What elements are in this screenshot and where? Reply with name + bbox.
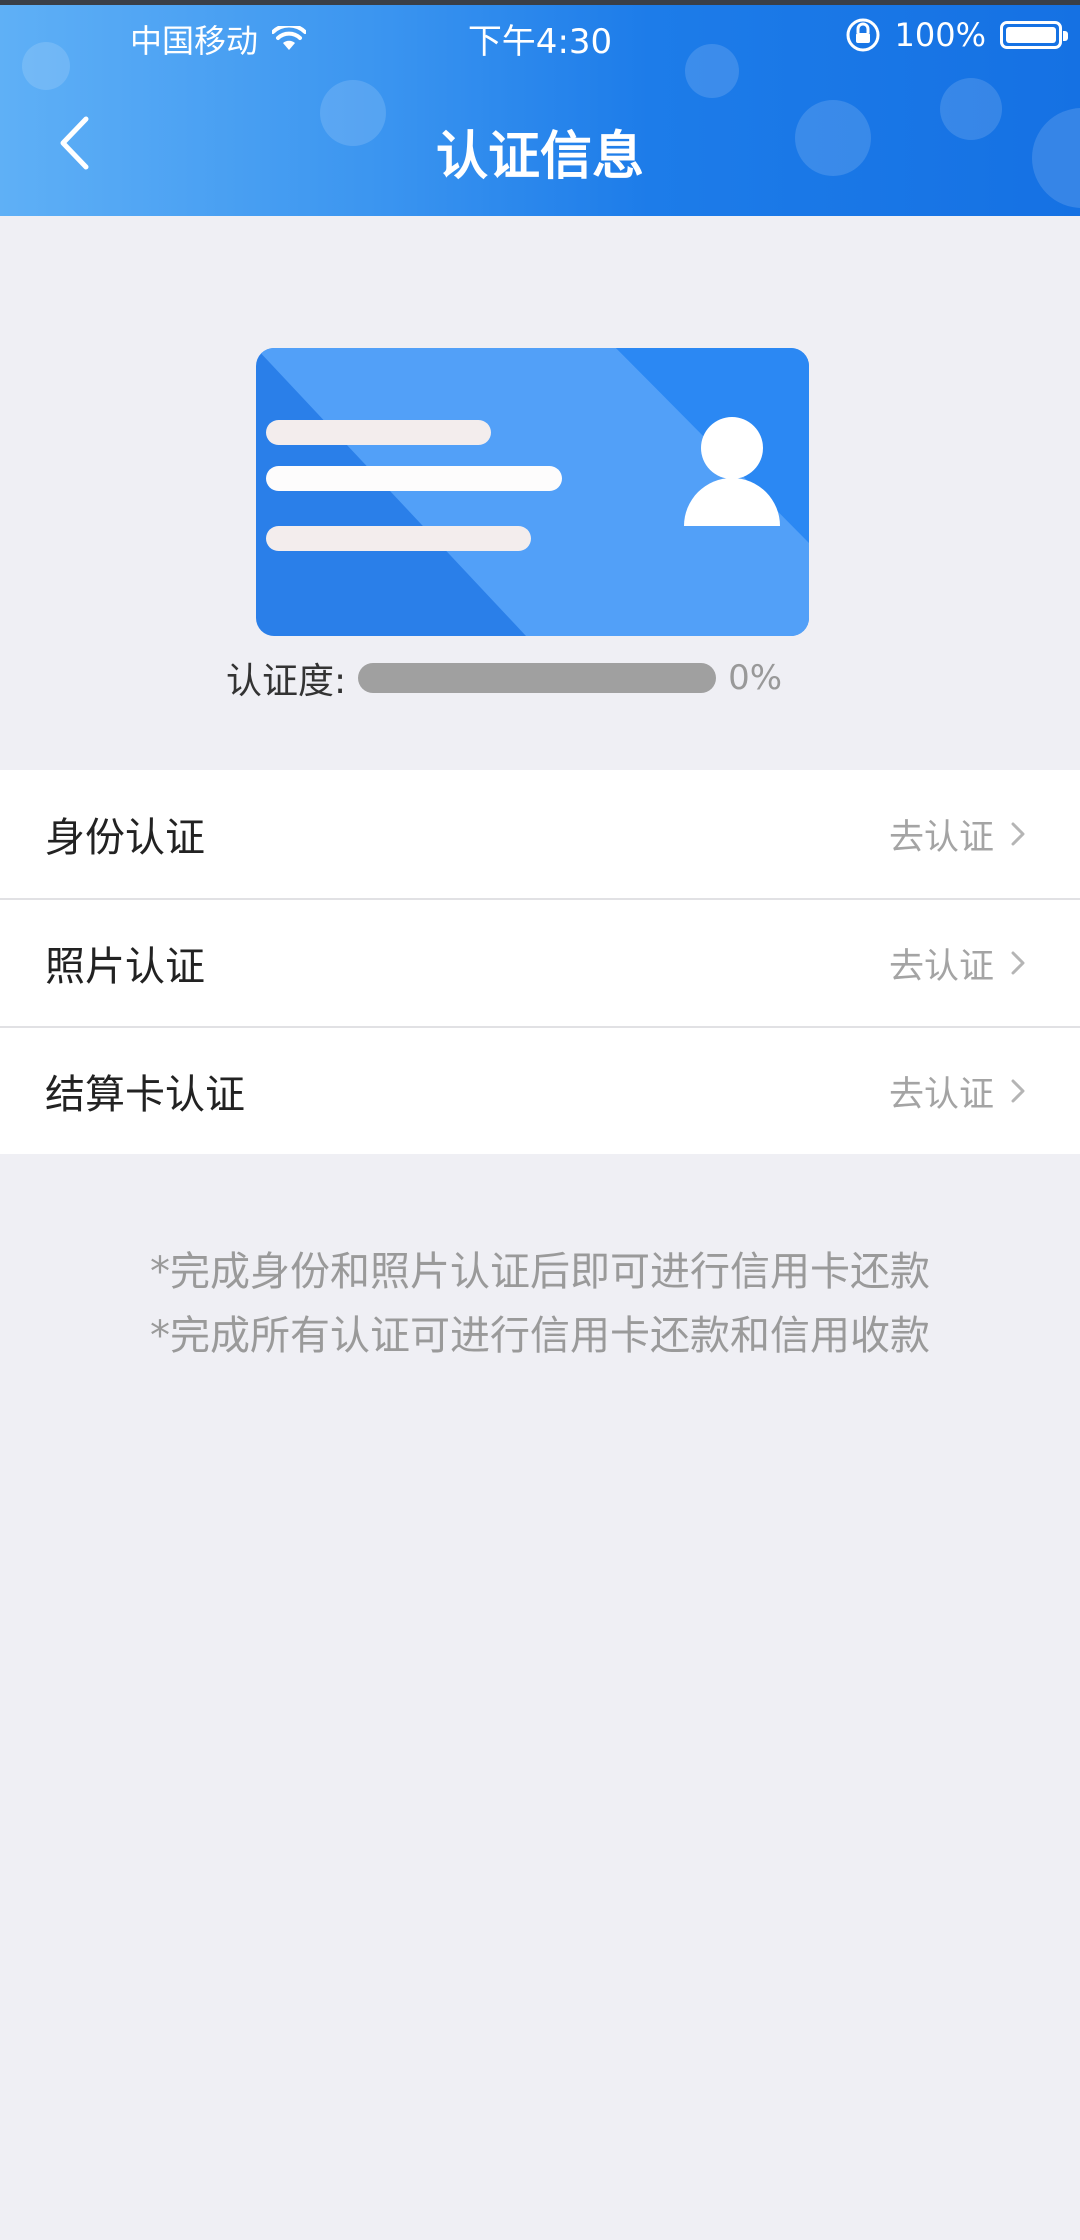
go-verify-link[interactable]: 去认证 <box>889 809 1028 860</box>
chevron-right-icon <box>1011 951 1025 975</box>
action-label: 去认证 <box>888 817 994 858</box>
progress-bar <box>358 663 717 693</box>
action-label: 去认证 <box>888 946 994 987</box>
list-item-photo[interactable]: 照片认证 去认证 <box>0 898 1080 1026</box>
id-card-icon <box>256 348 809 636</box>
id-card-illustration <box>256 348 809 636</box>
status-bar: 中国移动 下午4:30 100% <box>0 12 1080 72</box>
status-right-group: 100% <box>845 16 1068 54</box>
go-verify-link[interactable]: 去认证 <box>889 938 1028 989</box>
page-title: 认证信息 <box>435 127 644 187</box>
progress-row: 认证度: 0% <box>226 650 782 706</box>
list-item-identity[interactable]: 身份认证 去认证 <box>0 770 1080 898</box>
chevron-right-icon <box>1011 822 1025 846</box>
go-verify-link[interactable]: 去认证 <box>889 1066 1028 1117</box>
battery-percent: 100% <box>894 16 986 54</box>
action-label: 去认证 <box>888 1074 994 1115</box>
notes-block: *完成身份和照片认证后即可进行信用卡还款 *完成所有认证可进行信用卡还款和信用收… <box>0 1240 1080 1368</box>
rotation-lock-icon <box>846 18 880 52</box>
progress-percent: 0% <box>728 658 783 698</box>
note-line-1: *完成身份和照片认证后即可进行信用卡还款 <box>150 1249 930 1295</box>
list-item-label: 结算卡认证 <box>45 1072 245 1118</box>
top-edge <box>0 0 1080 5</box>
header-bar: 中国移动 下午4:30 100% 认证信息 <box>0 0 1080 216</box>
battery-icon <box>1000 21 1068 49</box>
list-item-settlement-card[interactable]: 结算卡认证 去认证 <box>0 1026 1080 1154</box>
verification-list: 身份认证 去认证 照片认证 去认证 结算卡认证 去认证 <box>0 770 1080 1154</box>
note-line-2: *完成所有认证可进行信用卡还款和信用收款 <box>150 1313 930 1359</box>
list-item-label: 照片认证 <box>45 944 205 990</box>
progress-label: 认证度: <box>226 661 347 702</box>
list-item-label: 身份认证 <box>45 815 205 861</box>
chevron-right-icon <box>1011 1079 1025 1103</box>
